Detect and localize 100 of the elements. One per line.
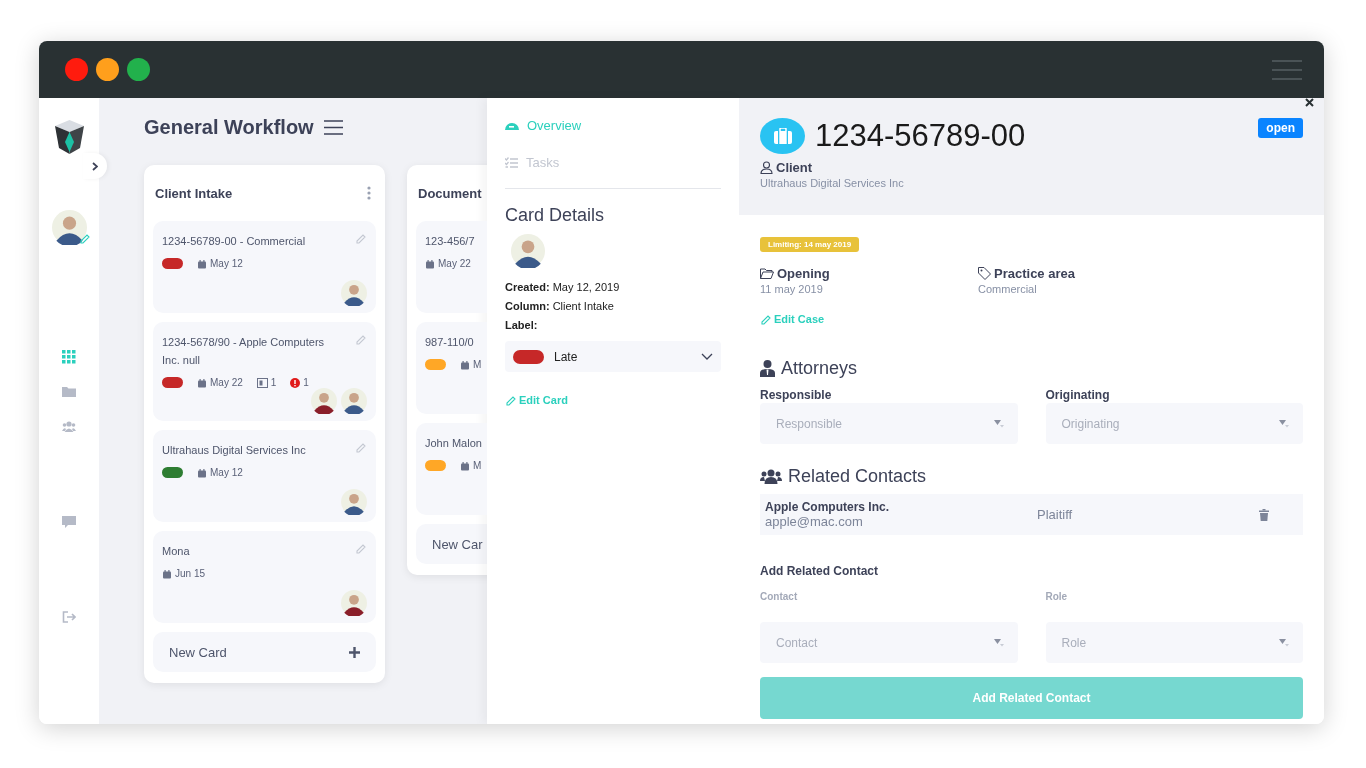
case-number: 1234-56789-00 [815,118,1027,154]
label-text: Late [554,349,579,364]
field-label: Role [1045,590,1068,604]
user-icon [760,161,773,174]
board-title: General Workflow [144,115,314,139]
deadline-badge: Limiting: 14 may 2019 [760,237,860,252]
task-card[interactable]: John Malon M [416,423,487,515]
avatar [341,590,367,616]
contact-name: Apple Computers Inc. [765,500,890,514]
pencil-icon[interactable] [355,442,367,454]
calendar-icon [197,377,207,388]
caret-icon [1279,419,1289,428]
card-title: 987-110/0 [425,335,474,350]
folder-icon [760,268,774,279]
section-heading: Add Related Contact [760,564,879,578]
expand-button[interactable] [83,153,107,179]
close-button[interactable] [1305,98,1314,107]
calendar-icon [162,568,172,579]
task-card[interactable]: 123-456/7 May 22 [416,221,487,313]
card-title: 123-456/7 [425,234,475,249]
field-label: Contact [760,590,798,604]
avatar [511,234,545,268]
task-card[interactable]: 1234-56789-00 - Commercial May 12 [153,221,376,313]
detail-text: Column: Client Intake [505,299,615,314]
card-title: Mona [162,544,190,559]
card-title: 1234-56789-00 - Commercial [162,234,306,249]
section-heading: Attorneys [781,358,858,379]
task-card[interactable]: Ultrahaus Digital Services Inc May 12 [153,430,376,522]
chevron-icon [92,161,98,171]
chevron-down-icon [701,353,713,360]
field-value: 11 may 2019 [760,283,824,295]
section-heading: Card Details [505,205,606,226]
card-title: 1234-5678/90 - Apple Computers Inc. null [162,335,326,368]
calendar-icon [425,258,435,269]
due-date: May 12 [210,467,243,478]
due-date: May 12 [210,258,243,269]
field-value: Ultrahaus Digital Services Inc [760,177,905,189]
alert-count: 1 [303,377,309,388]
field-label: Originating [1045,388,1111,402]
calendar-icon [460,359,470,370]
users-icon[interactable] [62,420,76,434]
due-date: May 22 [210,377,243,388]
trash-icon[interactable] [1259,508,1269,521]
card-title: Ultrahaus Digital Services Inc [162,443,306,458]
field-label: Client [776,160,813,175]
calendar-icon [197,258,207,269]
task-card[interactable]: 987-110/0 M [416,322,487,414]
alert-icon [290,377,301,388]
card-title: John Malon [425,436,482,451]
minimize-button[interactable] [96,58,119,81]
menu-icon[interactable] [323,119,343,135]
due-date: Jun 15 [175,568,206,579]
label-select[interactable]: Late [505,341,721,372]
task-card[interactable]: 1234-5678/90 - Apple Computers Inc. null May 22 1 1 [153,322,376,421]
section-heading: Related Contacts [788,466,927,487]
calendar-icon [460,460,470,471]
column-title: Client Intake [155,185,233,201]
caret-icon [993,419,1004,428]
folder-icon[interactable] [62,385,76,399]
more-icon[interactable] [367,186,371,200]
avatar [311,388,337,414]
comment-count: 1 [270,377,277,388]
briefcase-icon [773,128,792,144]
tag-icon [978,267,991,280]
avatar [341,280,367,306]
field-label: Practice area [994,266,1075,281]
note-icon [256,377,268,388]
person-icon [760,360,775,377]
pencil-icon [505,394,516,406]
checklist-icon [505,156,518,168]
logout-icon[interactable] [62,610,76,624]
pencil-icon [760,313,771,325]
due-date: M [473,460,482,471]
caret-icon [993,638,1004,647]
pencil-icon[interactable] [355,334,367,346]
avatar [341,489,367,515]
contact-email: apple@mac.com [765,514,864,529]
new-card-button[interactable]: New Car [416,524,487,564]
field-value: Commercial [978,283,1038,295]
avatar [341,388,367,414]
field-label: Responsible [760,388,833,402]
users-icon [760,469,782,484]
pencil-icon [78,233,91,245]
status-badge: open [1258,118,1303,138]
pencil-icon[interactable] [355,543,367,555]
avatar [51,210,87,245]
due-date: May 22 [438,258,471,269]
plus-icon [349,646,360,658]
pencil-icon[interactable] [355,233,367,245]
column-title: Document [418,185,482,201]
new-card-button[interactable]: New Card [153,632,376,672]
due-date: M [473,359,482,370]
calendar-icon [197,467,207,478]
chat-icon[interactable] [62,515,76,529]
grid-icon[interactable] [62,350,76,364]
maximize-button[interactable] [127,58,150,81]
caret-icon [1279,638,1289,647]
field-label: Label: [505,318,539,333]
gauge-icon [505,120,519,130]
task-card[interactable]: Mona Jun 15 [153,531,376,623]
